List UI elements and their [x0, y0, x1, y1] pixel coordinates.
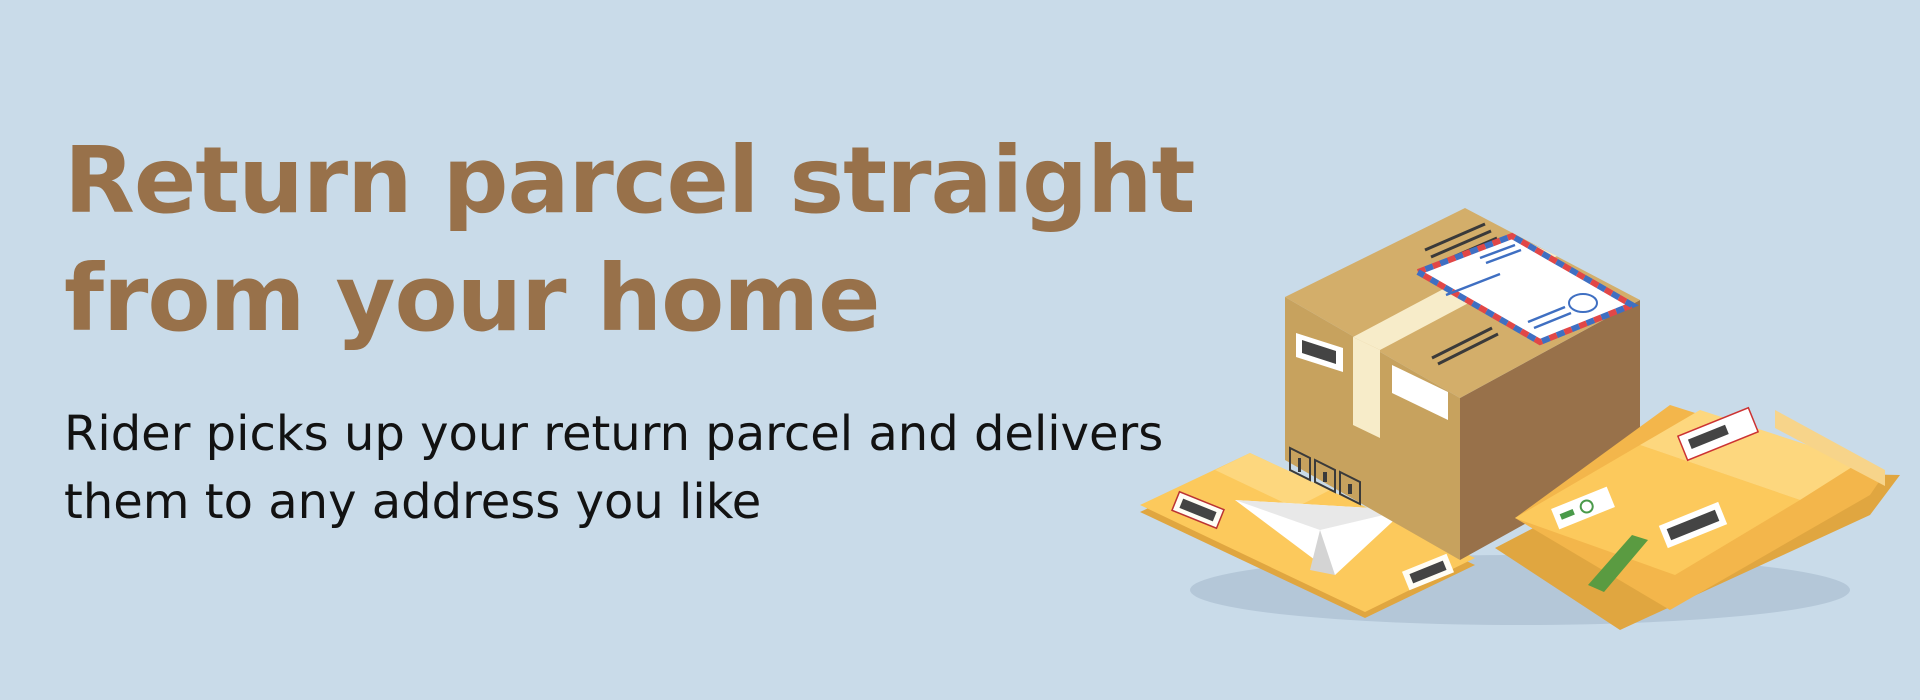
parcels-illustration	[1140, 208, 1900, 630]
subline: Rider picks up your return parcel and de…	[64, 406, 1164, 530]
promo-banner: Return parcel straight from your home Ri…	[0, 0, 1920, 700]
